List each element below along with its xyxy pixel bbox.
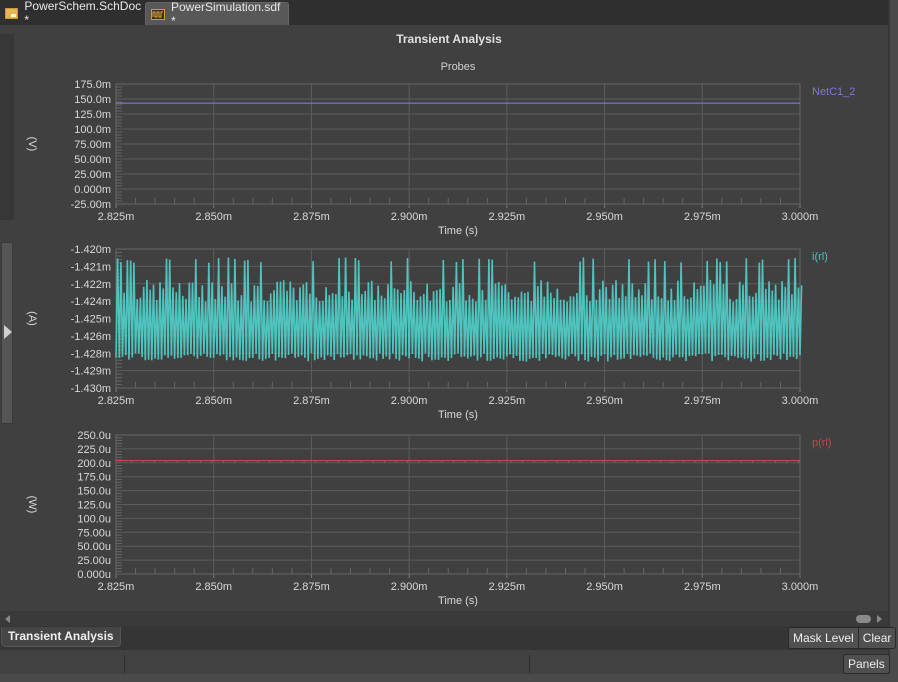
x-tick-label: 2.925m [489,211,526,223]
scroll-thumb[interactable] [856,615,871,623]
panels-button[interactable]: Panels [843,654,890,674]
x-tick-label: 2.825m [98,211,135,223]
status-divider [529,655,530,673]
y-tick-label: -1.429m [71,366,111,378]
y-tick-label: 25.00u [77,555,111,567]
mask-clear-group: Mask Level Clear [788,627,897,649]
y-tick-label: 125.0m [74,109,111,121]
y-tick-label: 50.00u [77,541,111,553]
x-tick-label: 2.925m [489,395,526,407]
x-tick-label: 2.825m [98,581,135,593]
mask-level-button[interactable]: Mask Level [789,628,858,648]
x-tick-label: 2.975m [684,211,721,223]
y-tick-label: 100.0u [77,513,111,525]
x-tick-label: 2.900m [391,211,428,223]
x-tick-label: 2.925m [489,581,526,593]
x-tick-label: 2.825m [98,395,135,407]
x-tick-label: 3.000m [782,395,819,407]
y-tick-label: 225.0u [77,444,111,456]
waveform-charts[interactable]: 175.0m 150.0m 125.0m 100.0m 75.00m 50.00m 25.0… [0,0,898,620]
y-tick-label: 0.000m [74,184,111,196]
legend-entry: i(rl) [812,251,828,263]
x-tick-label: 2.900m [391,395,428,407]
x-tick-label: 2.850m [195,211,232,223]
x-axis-label: Time (s) [438,225,478,237]
y-tick-label: 0.000u [77,569,111,581]
y-tick-label: -1.425m [71,314,111,326]
x-tick-label: 2.875m [293,581,330,593]
x-tick-label: 3.000m [782,211,819,223]
x-tick-label: 2.950m [586,395,623,407]
y-tick-label: -1.426m [71,331,111,343]
footer-strip [0,674,898,682]
y-tick-label: -1.430m [71,383,111,395]
status-bar [0,650,888,674]
y-tick-label: 125.0u [77,500,111,512]
x-tick-label: 2.975m [684,395,721,407]
x-tick-label: 2.850m [195,395,232,407]
scroll-left-icon[interactable] [5,615,10,623]
x-tick-label: 2.950m [586,581,623,593]
y-tick-label: 150.0u [77,486,111,498]
tab-transient-analysis[interactable]: Transient Analysis [1,627,121,647]
y-tick-label: -1.428m [71,348,111,360]
y-tick-label: -1.420m [71,244,111,256]
y-tick-label: -25.00m [71,199,111,211]
x-axis-label: Time (s) [438,409,478,421]
y-tick-label: -1.421m [71,261,111,273]
series-line [115,257,803,362]
scroll-right-icon[interactable] [877,615,882,623]
status-divider [124,655,125,673]
y-tick-label: 75.00m [74,139,111,151]
y-axis-label: (W) [26,496,38,514]
y-tick-label: -1.422m [71,279,111,291]
y-tick-label: 175.0u [77,472,111,484]
horizontal-scrollbar[interactable] [0,611,888,626]
y-axis-label: (V) [26,137,38,152]
x-tick-label: 2.950m [586,211,623,223]
y-axis-label: (A) [26,311,38,326]
x-tick-label: 2.875m [293,211,330,223]
y-tick-label: 175.0m [74,79,111,91]
y-tick-label: -1.424m [71,296,111,308]
y-tick-label: 75.00u [77,527,111,539]
y-tick-label: 200.0u [77,458,111,470]
y-tick-label: 150.0m [74,94,111,106]
legend-entry: p(rl) [812,437,832,449]
x-axis-label: Time (s) [438,595,478,607]
x-tick-label: 2.875m [293,395,330,407]
x-tick-label: 3.000m [782,581,819,593]
legend-entry: NetC1_2 [812,86,855,98]
y-tick-label: 250.0u [77,430,111,442]
clear-button[interactable]: Clear [857,628,896,648]
y-tick-label: 50.00m [74,154,111,166]
x-tick-label: 2.900m [391,581,428,593]
x-tick-label: 2.975m [684,581,721,593]
y-tick-label: 25.00m [74,169,111,181]
x-tick-label: 2.850m [195,581,232,593]
y-tick-label: 100.0m [74,124,111,136]
bottom-panel-bar [0,626,888,650]
